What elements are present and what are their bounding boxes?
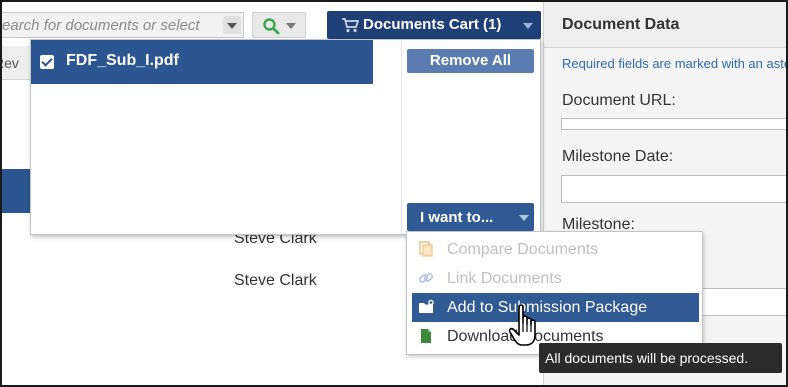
required-fields-note: Required fields are marked with an aster… bbox=[562, 56, 788, 71]
panel-header: Document Data bbox=[544, 2, 786, 48]
chevron-down-icon bbox=[523, 23, 533, 29]
chevron-down-icon bbox=[286, 23, 296, 29]
cart-item-name: FDF_Sub_I.pdf bbox=[66, 52, 179, 69]
cart-icon bbox=[342, 18, 359, 33]
column-header-label: Rev bbox=[2, 55, 19, 71]
document-url-input[interactable] bbox=[561, 118, 786, 130]
menu-item-add-to-submission-package[interactable]: Add to Submission Package bbox=[412, 293, 699, 322]
cart-item[interactable]: FDF_Sub_I.pdf bbox=[31, 40, 373, 84]
cart-item-checkbox[interactable] bbox=[40, 55, 54, 69]
search-icon bbox=[263, 18, 280, 35]
search-field[interactable] bbox=[2, 12, 244, 38]
cart-label: Documents Cart (1) bbox=[363, 16, 502, 33]
divider bbox=[401, 40, 402, 234]
document-url-label: Document URL: bbox=[562, 92, 676, 109]
remove-all-button[interactable]: Remove All bbox=[407, 49, 534, 73]
link-icon bbox=[418, 273, 434, 283]
menu-item-label: Compare Documents bbox=[447, 241, 599, 258]
compare-icon bbox=[419, 241, 433, 257]
menu-item-label: Link Documents bbox=[447, 270, 562, 287]
i-want-to-button[interactable]: I want to... bbox=[407, 203, 534, 231]
milestone-date-label: Milestone Date: bbox=[562, 148, 674, 165]
search-button[interactable] bbox=[252, 12, 306, 38]
download-icon bbox=[421, 329, 431, 343]
panel-title: Document Data bbox=[562, 16, 680, 33]
folder-add-icon bbox=[419, 299, 434, 313]
cart-panel: FDF_Sub_I.pdf Remove All I want to... bbox=[30, 39, 541, 235]
i-want-to-label: I want to... bbox=[420, 209, 494, 226]
tooltip: All documents will be processed. bbox=[539, 343, 782, 373]
documents-cart-button[interactable]: Documents Cart (1) bbox=[327, 11, 541, 39]
author-cell: Steve Clark bbox=[234, 272, 317, 289]
app-frame: Rev Steve Clark Steve Clark Documents Ca… bbox=[0, 0, 788, 387]
menu-item-label: Add to Submission Package bbox=[447, 299, 648, 316]
table-row-selected[interactable] bbox=[2, 169, 32, 213]
chevron-down-icon bbox=[519, 215, 529, 221]
menu-item-link-documents[interactable]: Link Documents bbox=[407, 264, 702, 293]
column-header[interactable]: Rev bbox=[2, 46, 32, 80]
milestone-date-input[interactable] bbox=[561, 175, 786, 203]
menu-item-compare-documents[interactable]: Compare Documents bbox=[407, 235, 702, 264]
hand-cursor-icon bbox=[508, 304, 536, 346]
chevron-down-icon[interactable] bbox=[223, 16, 241, 34]
search-input[interactable] bbox=[2, 13, 220, 37]
actions-menu: Compare Documents Link Documents Add to … bbox=[406, 231, 703, 355]
